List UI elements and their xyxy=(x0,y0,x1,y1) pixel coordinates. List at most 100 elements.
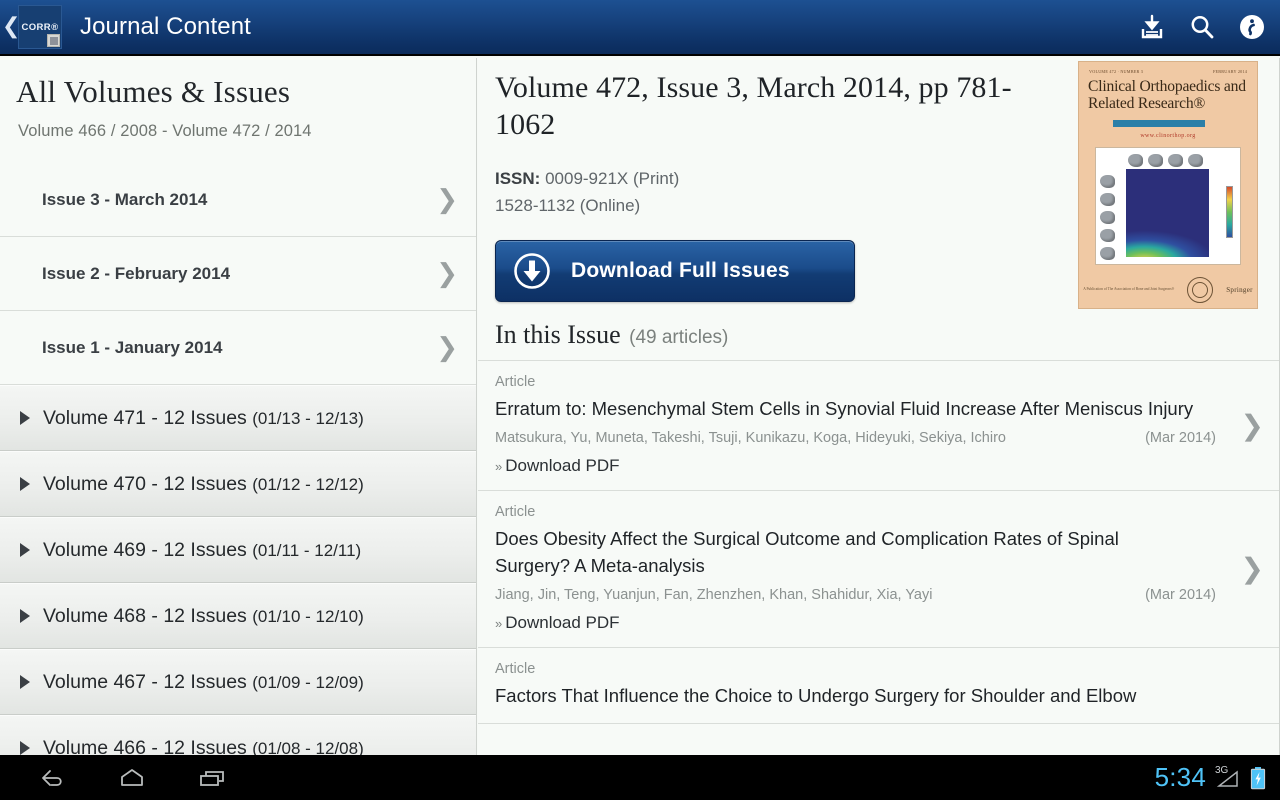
cover-masthead: VOLUME 472 · NUMBER 3 FEBRUARY 2014 xyxy=(1079,62,1257,74)
volume-range: (01/10 - 12/10) xyxy=(252,606,364,626)
status-clock: 5:34 xyxy=(1154,762,1206,792)
volume-label: Volume 466 - 12 Issues (01/08 - 12/08) xyxy=(43,737,364,756)
download-icon[interactable] xyxy=(1138,13,1166,41)
in-this-issue-title: In this Issue xyxy=(495,320,621,349)
issn-print-value: 0009-921X (Print) xyxy=(545,169,680,189)
download-full-issues-label: Download Full Issues xyxy=(571,258,790,282)
chevron-right-icon: ❯ xyxy=(436,332,458,363)
expand-triangle-icon xyxy=(20,411,30,425)
double-chevron-icon: » xyxy=(495,459,503,475)
workspace: All Volumes & Issues Volume 466 / 2008 -… xyxy=(0,58,1280,755)
cover-specimen-icon xyxy=(1168,153,1183,167)
download-full-issues-button[interactable]: Download Full Issues xyxy=(495,239,855,302)
chevron-right-icon: ❯ xyxy=(436,258,458,289)
article-kind: Article xyxy=(495,374,536,390)
cover-colorbar xyxy=(1226,185,1233,238)
in-this-issue-header: In this Issue (49 articles) xyxy=(478,316,1280,361)
list-item-volume-466[interactable]: Volume 466 - 12 Issues (01/08 - 12/08) xyxy=(0,715,476,755)
issue-header: Volume 472, Issue 3, March 2014, pp 781-… xyxy=(478,58,1280,316)
sidebar-subtitle: Volume 466 / 2008 - Volume 472 / 2014 xyxy=(18,122,312,140)
volume-label: Volume 471 - 12 Issues (01/13 - 12/13) xyxy=(43,407,364,430)
issue-label: Issue 1 - January 2014 xyxy=(42,337,223,357)
sidebar-title: All Volumes & Issues xyxy=(16,74,291,109)
article-meta: Jiang, Jin, Teng, Yuanjun, Fan, Zhenzhen… xyxy=(495,587,1220,603)
volume-label: Volume 470 - 12 Issues (01/12 - 12/12) xyxy=(43,473,364,496)
cover-specimen-icon xyxy=(1148,153,1163,167)
article-date: (Mar 2014) xyxy=(1145,586,1216,603)
journal-cover-image: VOLUME 472 · NUMBER 3 FEBRUARY 2014 Clin… xyxy=(1078,61,1258,309)
article-count: (49 articles) xyxy=(629,327,729,348)
chevron-right-icon: ❯ xyxy=(1240,552,1264,586)
back-chevron-icon[interactable]: ❮ xyxy=(2,16,20,38)
volumes-sidebar: All Volumes & Issues Volume 466 / 2008 -… xyxy=(0,58,477,755)
list-item-volume-467[interactable]: Volume 467 - 12 Issues (01/09 - 12/09) xyxy=(0,649,476,715)
list-item-issue-3[interactable]: Issue 3 - March 2014 ❯ xyxy=(0,163,476,237)
list-item-volume-468[interactable]: Volume 468 - 12 Issues (01/10 - 12/10) xyxy=(0,583,476,649)
volume-label: Volume 469 - 12 Issues (01/11 - 12/11) xyxy=(43,539,361,562)
volume-name: Volume 471 - 12 Issues xyxy=(43,406,247,429)
list-item-issue-2[interactable]: Issue 2 - February 2014 ❯ xyxy=(0,237,476,311)
issue-heading: Volume 472, Issue 3, March 2014, pp 781-… xyxy=(495,71,1012,141)
app-logo[interactable]: CORR® xyxy=(18,5,62,49)
chevron-right-icon: ❯ xyxy=(1240,408,1264,442)
android-home-button[interactable] xyxy=(92,766,172,790)
cover-specimen-icon xyxy=(1100,228,1115,242)
issue-label: Issue 2 - February 2014 xyxy=(42,263,231,283)
cover-specimen-icon xyxy=(1100,174,1115,188)
cover-specimen-icon xyxy=(1100,192,1115,206)
app-header: ❮ CORR® Journal Content xyxy=(0,0,1280,56)
list-item-volume-470[interactable]: Volume 470 - 12 Issues (01/12 - 12/12) xyxy=(0,451,476,517)
header-actions xyxy=(1138,13,1266,41)
info-icon[interactable] xyxy=(1238,13,1266,41)
issn-label: ISSN: xyxy=(495,169,541,189)
download-pdf-label: Download PDF xyxy=(505,456,620,476)
table-row[interactable]: Article Erratum to: Mesenchymal Stem Cel… xyxy=(478,361,1280,492)
cover-specimen-icon xyxy=(1188,153,1203,167)
cover-date-line: FEBRUARY 2014 xyxy=(1213,69,1247,74)
issue-label: Issue 3 - March 2014 xyxy=(42,190,208,209)
cover-figure xyxy=(1095,146,1241,265)
android-navigation-bar: 5:34 3G xyxy=(0,755,1280,800)
volume-label: Volume 468 - 12 Issues (01/10 - 12/10) xyxy=(43,605,364,628)
download-pdf-link[interactable]: » Download PDF xyxy=(495,613,1220,633)
volume-list: Volume 471 - 12 Issues (01/13 - 12/13) V… xyxy=(0,385,476,755)
article-authors: Matsukura, Yu, Muneta, Takeshi, Tsuji, K… xyxy=(495,430,1006,447)
page-title: Journal Content xyxy=(80,13,251,40)
article-title: Erratum to: Mesenchymal Stem Cells in Sy… xyxy=(495,398,1194,419)
list-item-issue-1[interactable]: Issue 1 - January 2014 ❯ xyxy=(0,311,476,385)
issue-detail-panel: Volume 472, Issue 3, March 2014, pp 781-… xyxy=(478,58,1280,755)
app-logo-badge-icon xyxy=(47,34,60,47)
list-item-volume-469[interactable]: Volume 469 - 12 Issues (01/11 - 12/11) xyxy=(0,517,476,583)
expand-triangle-icon xyxy=(20,609,30,623)
android-back-button[interactable] xyxy=(12,766,92,790)
android-back-icon xyxy=(42,769,62,786)
volume-name: Volume 470 - 12 Issues xyxy=(43,472,247,495)
article-kind: Article xyxy=(495,660,536,677)
volume-name: Volume 466 - 12 Issues xyxy=(43,736,247,756)
download-pdf-label: Download PDF xyxy=(505,612,620,632)
article-meta: Matsukura, Yu, Muneta, Takeshi, Tsuji, K… xyxy=(495,430,1220,446)
battery-charging-icon xyxy=(1250,766,1266,789)
android-recents-icon xyxy=(200,770,224,786)
network-type-label: 3G xyxy=(1215,764,1229,776)
chevron-right-icon: ❯ xyxy=(436,185,458,215)
article-title: Factors That Influence the Choice to Und… xyxy=(495,684,1137,706)
search-icon[interactable] xyxy=(1188,13,1216,41)
expand-triangle-icon xyxy=(20,675,30,689)
issue-list: Issue 3 - March 2014 ❯ Issue 2 - Februar… xyxy=(0,163,476,385)
cover-seal-icon xyxy=(1187,277,1214,303)
volume-label: Volume 467 - 12 Issues (01/09 - 12/09) xyxy=(43,671,364,694)
download-pdf-link[interactable]: » Download PDF xyxy=(495,456,1220,476)
article-title: Does Obesity Affect the Surgical Outcome… xyxy=(495,528,1119,576)
table-row[interactable]: Article Does Obesity Affect the Surgical… xyxy=(478,491,1280,648)
double-chevron-icon: » xyxy=(495,615,503,631)
volume-range: (01/11 - 12/11) xyxy=(252,540,362,560)
volume-range: (01/09 - 12/09) xyxy=(252,672,364,692)
cover-publisher: Springer xyxy=(1226,286,1253,294)
table-row[interactable]: Article Factors That Influence the Choic… xyxy=(478,647,1280,725)
app-logo-label: CORR® xyxy=(21,21,59,33)
list-item-volume-471[interactable]: Volume 471 - 12 Issues (01/13 - 12/13) xyxy=(0,385,476,451)
volume-range: (01/08 - 12/08) xyxy=(252,738,364,756)
article-date: (Mar 2014) xyxy=(1145,430,1216,447)
android-recents-button[interactable] xyxy=(172,766,252,790)
